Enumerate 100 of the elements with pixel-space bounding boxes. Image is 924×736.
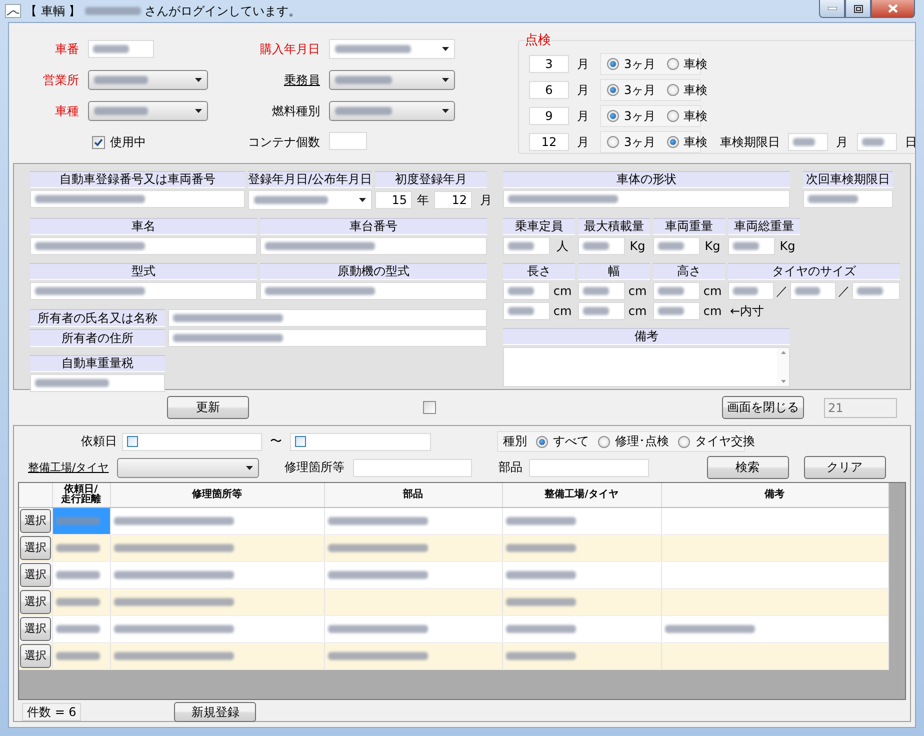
option-label[interactable]: 3ヶ月 <box>624 134 656 150</box>
column-header: 原動機の型式 <box>260 263 487 280</box>
checkbox[interactable] <box>92 136 105 148</box>
option-label[interactable]: 車検 <box>684 108 708 124</box>
text-field[interactable] <box>852 282 900 300</box>
text-field[interactable] <box>168 329 487 347</box>
caret-icon <box>246 466 253 470</box>
text-field[interactable] <box>790 282 836 300</box>
option-label[interactable]: 修理･点検 <box>615 433 669 450</box>
text-field[interactable] <box>503 237 550 255</box>
radio-button[interactable] <box>607 84 619 96</box>
option-label[interactable]: 車検 <box>684 56 708 72</box>
text-field[interactable] <box>30 190 245 208</box>
remarks-textarea[interactable] <box>503 347 790 387</box>
text-field[interactable] <box>578 282 625 300</box>
text-field[interactable] <box>578 302 625 320</box>
dropdown[interactable] <box>88 70 208 90</box>
option-label[interactable]: 3ヶ月 <box>624 82 656 98</box>
dropdown[interactable] <box>329 101 455 121</box>
text-field[interactable] <box>653 237 700 255</box>
text-field[interactable] <box>857 133 897 151</box>
select-button[interactable]: 選択 <box>20 590 51 614</box>
radio-button[interactable] <box>598 436 610 448</box>
text-field[interactable] <box>352 458 472 476</box>
radio-button[interactable] <box>607 58 619 70</box>
text-field[interactable]: 12 <box>434 191 472 209</box>
checkbox-label[interactable]: 使用中 <box>110 134 146 150</box>
text-field[interactable] <box>578 237 625 255</box>
text-field[interactable] <box>788 133 828 151</box>
checkbox[interactable] <box>127 436 138 447</box>
date-picker[interactable] <box>329 39 455 59</box>
column-header: 型式 <box>30 263 257 280</box>
text-field[interactable] <box>30 237 257 255</box>
update-button[interactable]: 更新 <box>167 396 249 419</box>
new-entry-button[interactable]: 新規登録 <box>174 702 256 722</box>
minimize-button[interactable] <box>819 0 845 18</box>
select-button[interactable]: 選択 <box>20 616 51 640</box>
radio-button[interactable] <box>666 58 679 70</box>
dropdown[interactable] <box>329 70 455 90</box>
text-field[interactable] <box>503 190 790 208</box>
unit-label: 日 <box>905 134 915 150</box>
search-button[interactable]: 検索 <box>706 456 789 479</box>
maximize-button[interactable] <box>845 0 871 18</box>
radio-button[interactable] <box>666 84 679 96</box>
option-label[interactable]: 車検 <box>684 82 708 98</box>
text-field[interactable] <box>528 458 649 476</box>
radio-button[interactable] <box>607 136 619 148</box>
record-count: 件数 = 6 <box>22 703 82 721</box>
text-field[interactable]: 6 <box>529 81 569 99</box>
maximize-icon <box>854 4 862 12</box>
text-field[interactable]: 12 <box>529 133 569 151</box>
column-header: 整備工場/タイヤ <box>502 483 661 507</box>
text-field[interactable] <box>728 237 775 255</box>
radio-button[interactable] <box>536 436 548 448</box>
redacted-text <box>506 652 576 660</box>
select-button[interactable]: 選択 <box>20 562 51 586</box>
option-label[interactable]: 3ヶ月 <box>624 56 656 72</box>
redacted-text <box>583 242 609 250</box>
date-field[interactable] <box>122 432 262 450</box>
text-field[interactable] <box>168 309 487 327</box>
date-picker[interactable] <box>248 190 372 210</box>
select-button[interactable]: 選択 <box>20 536 51 560</box>
redacted-text <box>93 45 129 53</box>
radio-button[interactable] <box>607 110 619 122</box>
radio-button[interactable] <box>678 436 690 448</box>
dropdown[interactable] <box>88 101 208 121</box>
option-label[interactable]: 車検 <box>684 134 708 150</box>
field-label[interactable]: 整備工場/タイヤ <box>28 460 109 476</box>
text-field[interactable]: 15 <box>375 191 412 209</box>
dropdown[interactable] <box>116 458 259 478</box>
text-field[interactable] <box>30 374 165 392</box>
text-field[interactable] <box>728 282 774 300</box>
note-text: ←内寸 <box>730 302 764 320</box>
option-label[interactable]: タイヤ交換 <box>695 433 755 450</box>
text-field[interactable] <box>329 132 367 150</box>
text-field[interactable] <box>30 282 257 300</box>
radio-button[interactable] <box>666 136 679 148</box>
text-field[interactable] <box>803 190 893 208</box>
checkbox[interactable] <box>295 436 306 447</box>
group-title: 点検 <box>525 32 551 49</box>
select-button[interactable]: 選択 <box>20 644 51 668</box>
text-field[interactable] <box>653 282 700 300</box>
text-field[interactable] <box>260 282 487 300</box>
text-field[interactable] <box>260 237 487 255</box>
column-header: 登録年月日/公布年月日 <box>248 171 372 188</box>
close-screen-button[interactable]: 画面を閉じる <box>722 396 804 419</box>
select-button[interactable]: 選択 <box>20 508 51 532</box>
option-label[interactable]: すべて <box>553 433 589 450</box>
radio-button[interactable] <box>666 110 679 122</box>
close-button[interactable] <box>871 0 915 18</box>
option-label[interactable]: 3ヶ月 <box>624 108 656 124</box>
checkbox[interactable] <box>423 401 436 414</box>
text-field[interactable] <box>88 40 154 58</box>
text-field[interactable] <box>503 302 550 320</box>
date-field[interactable] <box>290 432 431 450</box>
text-field[interactable]: 3 <box>529 55 569 73</box>
text-field[interactable]: 9 <box>529 107 569 125</box>
text-field[interactable] <box>653 302 700 320</box>
text-field[interactable] <box>503 282 550 300</box>
clear-button[interactable]: クリア <box>804 456 886 479</box>
